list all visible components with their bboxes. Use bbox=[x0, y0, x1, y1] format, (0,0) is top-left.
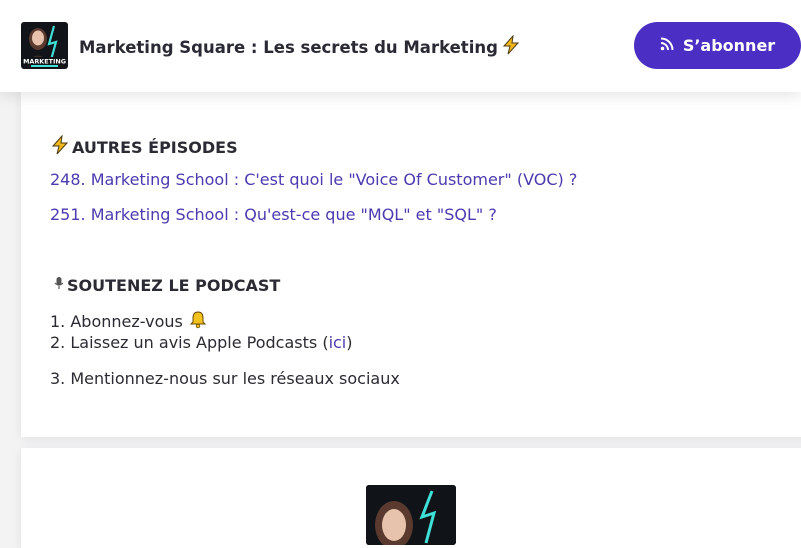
lightning-icon bbox=[502, 34, 520, 59]
support-item-subscribe: 1. Abonnez-vous bbox=[50, 310, 207, 333]
episode-link-248[interactable]: 248. Marketing School : C'est quoi le "V… bbox=[50, 170, 577, 189]
podcast-title-text: Marketing Square : Les secrets du Market… bbox=[79, 37, 498, 57]
apple-podcasts-review-link[interactable]: ici bbox=[329, 333, 347, 352]
support-item-review: 2. Laissez un avis Apple Podcasts ( ici … bbox=[50, 333, 353, 352]
bell-icon bbox=[189, 310, 207, 333]
other-episodes-heading-text: AUTRES ÉPISODES bbox=[72, 137, 238, 157]
support-item-social: 3. Mentionnez-nous sur les réseaux socia… bbox=[50, 369, 400, 388]
podcast-title[interactable]: Marketing Square : Les secrets du Market… bbox=[79, 34, 520, 59]
episode-link-251[interactable]: 251. Marketing School : Qu'est-ce que "M… bbox=[50, 205, 497, 224]
subscribe-label: S’abonner bbox=[682, 36, 776, 55]
support-heading: SOUTENEZ LE PODCAST bbox=[53, 275, 280, 295]
svg-text:MARKETING: MARKETING bbox=[23, 58, 66, 66]
microphone-icon bbox=[53, 275, 65, 295]
lightning-icon bbox=[50, 134, 70, 159]
support-item-review-text: 2. Laissez un avis Apple Podcasts ( bbox=[50, 333, 329, 352]
subscribe-button[interactable]: S’abonner bbox=[634, 22, 801, 69]
support-item-subscribe-text: 1. Abonnez-vous bbox=[50, 312, 183, 331]
podcast-logo[interactable]: MARKETING bbox=[21, 22, 68, 69]
support-item-review-close: ) bbox=[346, 333, 353, 352]
support-item-social-text: 3. Mentionnez-nous sur les réseaux socia… bbox=[50, 369, 400, 388]
rss-icon bbox=[660, 36, 674, 55]
podcast-header: MARKETING Marketing Square : Les secrets… bbox=[0, 0, 801, 92]
podcast-cover-image bbox=[366, 485, 456, 545]
other-episodes-heading: AUTRES ÉPISODES bbox=[50, 134, 238, 159]
support-heading-text: SOUTENEZ LE PODCAST bbox=[67, 275, 281, 295]
